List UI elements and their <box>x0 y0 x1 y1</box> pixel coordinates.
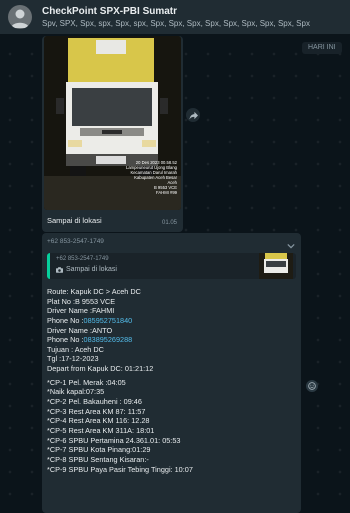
text-message-bubble[interactable]: +62 853-2547-1749 +62 853-2547-1749 Samp… <box>42 233 301 513</box>
truck-photo[interactable]: 20 Des 2023 00.58.52 Lampeuneurut Ujong … <box>44 36 181 210</box>
photo-timestamp-overlay: 20 Des 2023 00.58.52 Lampeuneurut Ujong … <box>97 160 177 195</box>
driver2-phone-row: Phone No :083895269288 <box>47 335 297 345</box>
driver2-name: Driver Name :ANTO <box>47 325 113 335</box>
checkpoint-line: *CP-4 Rest Area KM 116: 12.28 <box>47 416 150 426</box>
quote-sender: +62 853-2547-1749 <box>56 256 109 262</box>
photo-message-bubble[interactable]: 20 Des 2023 00.58.52 Lampeuneurut Ujong … <box>42 36 183 232</box>
phone-label: Phone No : <box>47 315 84 325</box>
date-chip: HARI INI <box>302 42 342 54</box>
checkpoint-line: *Naik kapal:07:35 <box>47 387 105 397</box>
photo-caption: Sampai di lokasi <box>47 216 102 225</box>
checkpoint-line: *CP-5 Rest Area KM 311A: 18:01 <box>47 425 155 435</box>
user-avatar-icon[interactable] <box>8 5 32 29</box>
driver2-phone-link[interactable]: 083895269288 <box>84 335 133 344</box>
checkpoint-line: *CP-6 SPBU Pertamina 24.361.01: 05:53 <box>47 435 181 445</box>
checkpoint-line: *CP-1 Pel. Merak :04:05 <box>47 377 126 387</box>
depart-line: Depart from Kapuk DC: 01:21:12 <box>47 364 154 374</box>
tujuan-line: Tujuan : Aceh DC <box>47 344 104 354</box>
driver1-name: Driver Name :FAHMI <box>47 306 115 316</box>
quote-text-row: Sampai di lokasi <box>56 266 117 273</box>
phone-label: Phone No : <box>47 335 84 345</box>
checkpoint-line: *CP-7 SPBU Kota Pinang:01:29 <box>47 445 151 455</box>
checkpoint-line: *CP-3 Rest Area KM 87: 11:57 <box>47 406 146 416</box>
sender-phone[interactable]: +62 853-2547-1749 <box>47 238 104 245</box>
chevron-down-icon[interactable] <box>287 237 295 249</box>
header-text[interactable]: CheckPoint SPX-PBI Sumatr Spv, SPX, Spx,… <box>42 6 310 29</box>
plat-line: Plat No :B 9553 VCE <box>47 296 116 306</box>
message-body: Route: Kapuk DC > Aceh DC Plat No :B 955… <box>47 287 297 474</box>
message-time: 01.05 <box>161 220 177 226</box>
route-line: Route: Kapuk DC > Aceh DC <box>47 287 141 296</box>
driver1-phone-row: Phone No :085952751840 <box>47 316 297 326</box>
emoji-reaction-icon[interactable] <box>306 380 318 392</box>
quote-thumbnail <box>259 253 293 279</box>
checkpoint-line: *CP-8 SPBU Sentang Kisaran:- <box>47 454 149 464</box>
forward-icon[interactable] <box>186 108 200 122</box>
quoted-message[interactable]: +62 853-2547-1749 Sampai di lokasi <box>47 253 296 279</box>
checkpoint-line: *CP-9 SPBU Paya Pasir Tebing Tinggi: 10:… <box>47 464 193 474</box>
quote-text: Sampai di lokasi <box>66 266 117 273</box>
chat-title[interactable]: CheckPoint SPX-PBI Sumatr <box>42 6 310 18</box>
checkpoint-line: *CP-2 Pel. Bakauheni : 09:46 <box>47 397 142 407</box>
chat-members: Spv, SPX, Spx, spx, Spx, spx, Spx, Spx, … <box>42 18 310 28</box>
chat-header[interactable]: CheckPoint SPX-PBI Sumatr Spv, SPX, Spx,… <box>0 0 350 34</box>
driver1-phone-link[interactable]: 085952751840 <box>84 316 133 325</box>
camera-icon <box>56 266 63 273</box>
stamp-line: FAHMI #99 <box>156 190 177 195</box>
quote-accent-bar <box>47 253 50 279</box>
tgl-line: Tgl :17-12-2023 <box>47 354 99 364</box>
